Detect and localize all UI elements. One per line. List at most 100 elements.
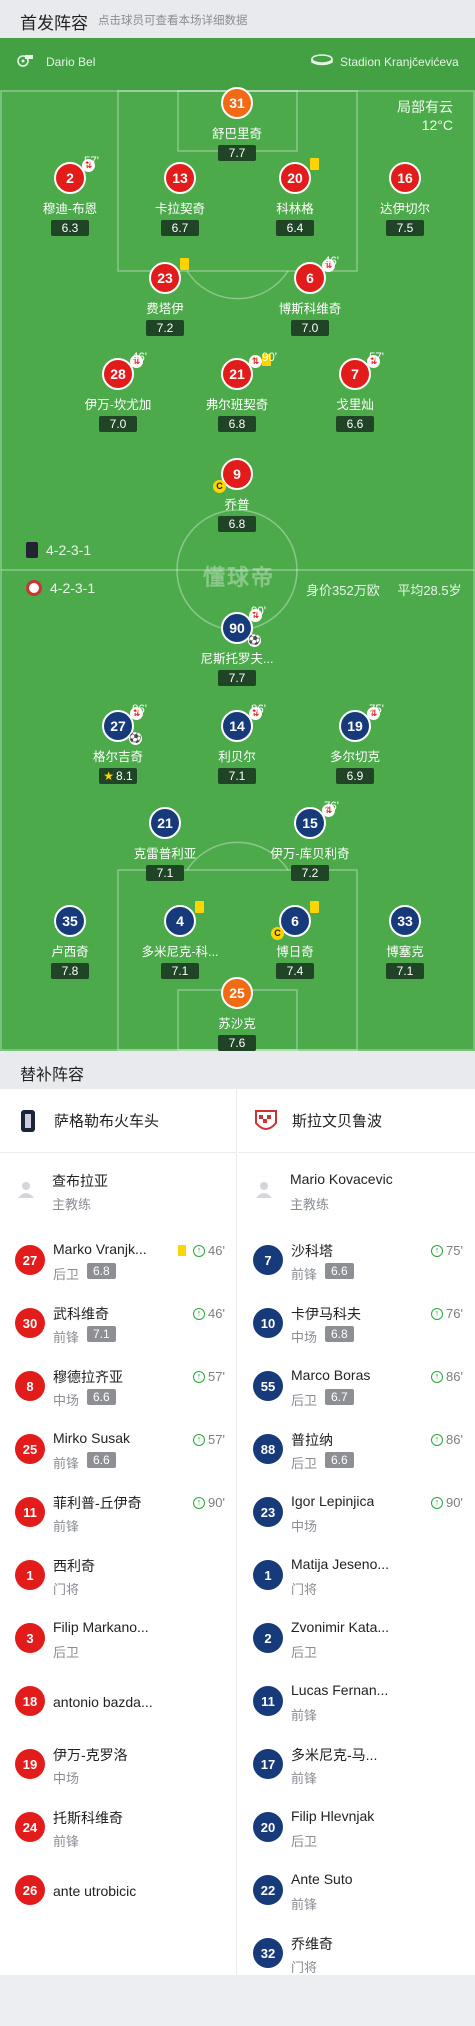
home-player[interactable]: 7 ⇅ 57' 戈里灿 6.6 xyxy=(290,352,420,433)
away-team-row[interactable]: 斯拉文贝鲁波 xyxy=(238,1089,475,1153)
away-player[interactable]: 15 ⇅ 76' 伊万-库贝利奇 7.2 xyxy=(245,801,375,882)
away-player[interactable]: 21 克雷普利亚 7.1 xyxy=(100,807,230,882)
player-rating: 7.1 xyxy=(218,768,256,784)
sub-minute-text: 90' xyxy=(446,1495,463,1510)
sub-player-row[interactable]: 30 武科维奇 前锋 7.1 ↑ 46' xyxy=(0,1292,237,1355)
rating-wrap: 6.9 xyxy=(290,765,420,785)
player-name: 达伊切尔 xyxy=(379,202,430,216)
sub-player-row[interactable]: 27 Marko Vranjk... 后卫 6.8 ↑ 46' xyxy=(0,1229,237,1292)
home-player[interactable]: 31 舒巴里奇 7.7 xyxy=(172,87,302,162)
player-number: 23 xyxy=(149,258,189,294)
sub-number: 22 xyxy=(253,1875,283,1905)
sub-player-row[interactable]: 23 Igor Lepinjica 中场 ↑ 90' xyxy=(238,1481,475,1544)
home-player[interactable]: 9 C 乔普 6.8 xyxy=(172,458,302,533)
away-player[interactable]: 4 多米尼克-科... 7.1 xyxy=(115,901,245,980)
sub-player-row[interactable]: 10 卡伊马科夫 中场 6.8 ↑ 76' xyxy=(238,1292,475,1355)
rating-value: 7.5 xyxy=(396,221,414,235)
home-player[interactable]: 21 ⇅ 90' 弗尔班契奇 6.8 xyxy=(172,352,302,433)
player-number: 16 xyxy=(389,162,421,194)
sub-player-row[interactable]: 2 Zvonimir Kata... 后卫 xyxy=(238,1607,475,1670)
sub-player-row[interactable]: 25 Mirko Susak 前锋 6.6 ↑ 57' xyxy=(0,1418,237,1481)
sub-player-row[interactable]: 11 Lucas Fernan... 前锋 xyxy=(238,1670,475,1733)
player-rating: 6.8 xyxy=(218,416,256,432)
sub-in-arrow-icon: ↑ xyxy=(431,1433,444,1446)
home-player[interactable]: 16 达伊切尔 7.5 xyxy=(340,162,470,237)
sub-position: 前锋 xyxy=(53,1456,80,1471)
sub-name: 菲利普-丘伊奇 xyxy=(53,1495,142,1511)
sub-name: antonio bazda... xyxy=(53,1694,153,1710)
sub-name: Filip Hlevnjak xyxy=(291,1808,375,1824)
sub-number: 26 xyxy=(15,1875,45,1905)
coach-role: 主教练 xyxy=(290,1197,330,1212)
sub-in-minute: ↑ 86' xyxy=(431,1432,463,1447)
sub-position: 门将 xyxy=(53,1582,80,1597)
home-player[interactable]: 13 卡拉契奇 6.7 xyxy=(115,162,245,237)
sub-in-arrow-icon: ↑ xyxy=(431,1496,444,1509)
sub-in-minute: ↑ 46' xyxy=(193,1306,225,1321)
sub-position: 前锋 xyxy=(291,1267,318,1282)
yellow-card-icon xyxy=(310,158,319,170)
sub-player-row[interactable]: 18 antonio bazda... xyxy=(0,1670,237,1733)
home-team-icon xyxy=(26,542,38,558)
weather: 局部有云 12°C xyxy=(397,98,453,134)
sub-player-row[interactable]: 1 Matija Jeseno... 门将 xyxy=(238,1544,475,1607)
player-number: 9C xyxy=(213,458,253,493)
sub-player-row[interactable]: 1 西利奇 门将 xyxy=(0,1544,237,1607)
pitch: Dario Bel Stadion Kranjčevićeva 局部有云 12°… xyxy=(0,38,475,1051)
away-player[interactable]: 14 ⇅ 86' 利贝尔 7.1 xyxy=(172,704,302,785)
home-coach[interactable]: 查布拉亚 主教练 xyxy=(0,1153,237,1229)
away-player[interactable]: 33 博塞克 7.1 xyxy=(340,905,470,980)
rating-wrap: 7.1 xyxy=(340,960,470,980)
coach-name: 查布拉亚 xyxy=(52,1173,108,1189)
player-name: 费塔伊 xyxy=(146,302,184,316)
away-player[interactable]: 19 ⇅ 75' 多尔切克 6.9 xyxy=(290,704,420,785)
referee-name: Dario Bel xyxy=(46,55,96,69)
home-formation: 4-2-3-1 xyxy=(26,542,91,558)
away-player[interactable]: 25 苏沙克 7.6 xyxy=(172,977,302,1051)
away-market-info: 身价352万欧 平均28.5岁 xyxy=(306,580,462,599)
away-player[interactable]: 90 ⇅ ⚽ 90' 尼斯托罗夫... 7.7 xyxy=(172,606,302,687)
sub-player-row[interactable]: 8 穆德拉齐亚 中场 6.6 ↑ 57' xyxy=(0,1355,237,1418)
player-rating: 6.8 xyxy=(218,516,256,532)
stadium-name: Stadion Kranjčevićeva xyxy=(340,55,459,69)
sub-name: Mirko Susak xyxy=(53,1430,131,1446)
sub-rating: 6.8 xyxy=(87,1263,116,1279)
sub-number: 25 xyxy=(15,1434,45,1464)
sub-player-row[interactable]: 24 托斯科维奇 前锋 xyxy=(0,1796,237,1859)
player-number: 6 ⇅ xyxy=(294,259,335,294)
player-name: 伊万-坎尤加 xyxy=(84,398,152,412)
sub-name: Marko Vranjk... xyxy=(53,1241,147,1257)
sub-player-row[interactable]: 26 ante utrobicic xyxy=(0,1859,237,1922)
home-team-row[interactable]: 萨格勒布火车头 xyxy=(0,1089,237,1153)
ball-icon: ⚽ xyxy=(248,634,261,647)
home-player[interactable]: 28 ⇅ 46' 伊万-坎尤加 7.0 xyxy=(53,352,183,433)
sub-player-row[interactable]: 19 伊万-克罗洛 中场 xyxy=(0,1733,237,1796)
player-number: 4 xyxy=(164,901,204,937)
sub-player-row[interactable]: 55 Marco Boras 后卫 6.7 ↑ 86' xyxy=(238,1355,475,1418)
sub-player-row[interactable]: 88 普拉纳 后卫 6.6 ↑ 86' xyxy=(238,1418,475,1481)
sub-name: 托斯科维奇 xyxy=(53,1810,123,1826)
sub-number: 19 xyxy=(15,1749,45,1779)
sub-player-row[interactable]: 20 Filip Hlevnjak 后卫 xyxy=(238,1796,475,1859)
rating-value: 7.8 xyxy=(61,964,79,978)
sub-player-row[interactable]: 3 Filip Markano... 后卫 xyxy=(0,1607,237,1670)
sub-player-row[interactable]: 17 多米尼克-马... 前锋 xyxy=(238,1733,475,1796)
rating-value: 7.1 xyxy=(171,964,189,978)
sub-minute-text: 46' xyxy=(208,1243,225,1258)
substitution-minute: 86' xyxy=(132,704,147,716)
away-coach[interactable]: Mario Kovacevic 主教练 xyxy=(238,1153,475,1229)
home-player[interactable]: 6 ⇅ 46' 博斯科维奇 7.0 xyxy=(245,256,375,337)
rating-value: 7.2 xyxy=(156,321,174,335)
sub-in-minute: ↑ 75' xyxy=(431,1243,463,1258)
yellow-card-icon xyxy=(310,901,319,913)
sub-in-arrow-icon: ↑ xyxy=(431,1244,444,1257)
sub-player-row[interactable]: 7 沙科塔 前锋 6.6 ↑ 75' xyxy=(238,1229,475,1292)
goal-ball-icon: ⚽ xyxy=(129,732,142,745)
away-player[interactable]: 27 ⇅ ⚽ 86' 格尔吉奇 ★ 8.1 xyxy=(53,704,183,785)
player-rating: 7.2 xyxy=(146,320,184,336)
home-player[interactable]: 23 费塔伊 7.2 xyxy=(100,258,230,337)
sub-player-row[interactable]: 11 菲利普-丘伊奇 前锋 ↑ 90' xyxy=(0,1481,237,1544)
sub-player-row[interactable]: 22 Ante Suto 前锋 xyxy=(238,1859,475,1922)
sub-name: ante utrobicic xyxy=(53,1883,137,1899)
sub-name: 乔维奇 xyxy=(291,1936,333,1952)
